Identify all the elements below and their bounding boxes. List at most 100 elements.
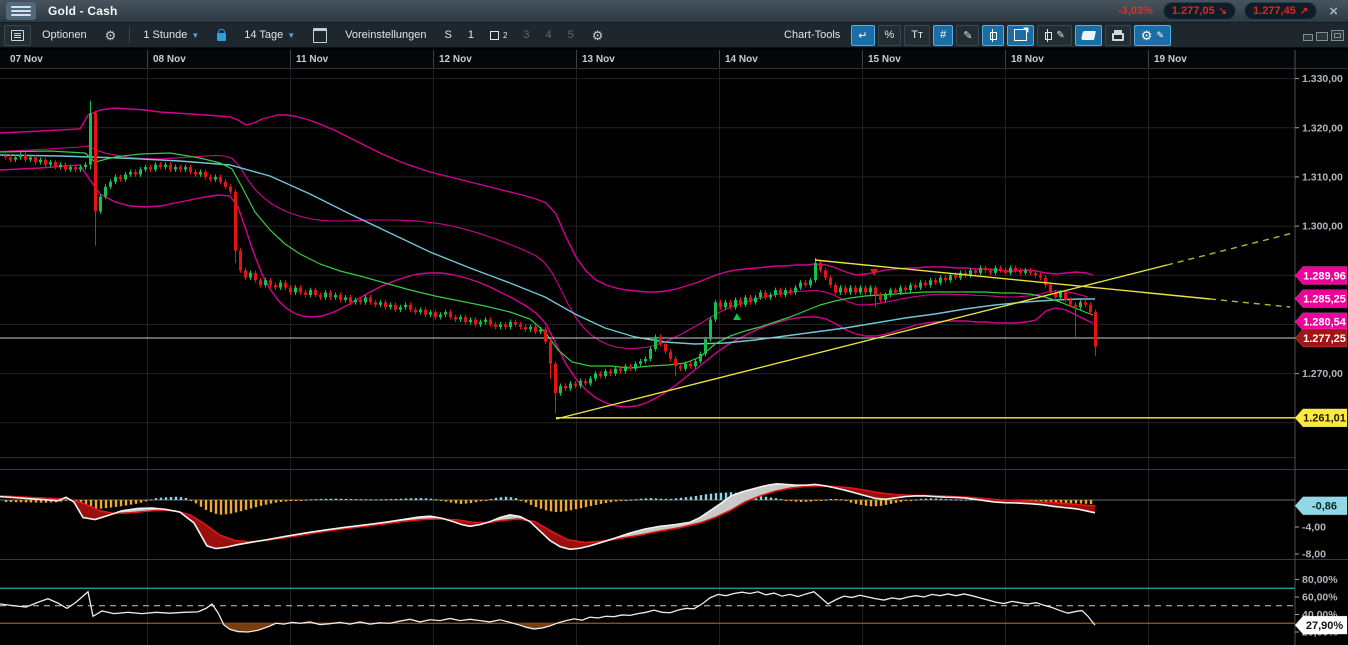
macd-histogram-bar: [655, 498, 657, 500]
macd-histogram-bar: [945, 499, 947, 500]
candle-body: [934, 280, 937, 282]
candle-body: [394, 305, 397, 310]
buy-price-button[interactable]: 1.277,45 ↗: [1244, 2, 1317, 20]
candle-body: [689, 364, 692, 366]
draw-icon[interactable]: ✎: [956, 25, 979, 46]
macd-histogram-bar: [335, 499, 337, 500]
candle-body: [819, 263, 822, 270]
macd-histogram-bar: [850, 500, 852, 503]
layout-button-s[interactable]: S: [438, 25, 459, 46]
candle-body: [244, 270, 247, 277]
eraser-icon[interactable]: [1075, 25, 1102, 46]
candle-body: [19, 155, 22, 157]
candle-body: [424, 310, 427, 315]
candle-body: [449, 312, 452, 317]
candle-body: [299, 288, 302, 293]
macd-histogram-bar: [680, 498, 682, 500]
macd-histogram-bar: [35, 500, 37, 503]
candle-body: [194, 172, 197, 174]
macd-histogram-bar: [450, 500, 452, 503]
print-icon[interactable]: [1105, 25, 1131, 46]
macd-histogram-bar: [395, 499, 397, 500]
layout-button-5[interactable]: 5: [561, 25, 581, 46]
macd-histogram-bar: [685, 497, 687, 500]
close-icon[interactable]: ×: [1329, 4, 1338, 19]
macd-histogram-bar: [170, 497, 172, 500]
chart-background: [0, 48, 1348, 645]
candle-body: [89, 113, 92, 165]
text-size-icon[interactable]: Tᴛ: [904, 25, 930, 46]
candle-body: [204, 172, 207, 177]
macd-histogram-bar: [900, 500, 902, 502]
presets-button[interactable]: Voreinstellungen: [338, 25, 433, 46]
candle-body: [749, 297, 752, 302]
macd-histogram-bar: [515, 498, 517, 500]
candle-body: [659, 337, 662, 344]
menu-icon[interactable]: [6, 2, 36, 20]
macd-histogram-bar: [145, 500, 147, 501]
candle-body: [139, 170, 142, 175]
candle-body: [484, 320, 487, 322]
percent-scale-icon[interactable]: %: [878, 25, 902, 46]
undo-icon[interactable]: ↵: [851, 25, 874, 46]
lock-icon[interactable]: [210, 25, 233, 46]
chart-canvas[interactable]: 07 Nov08 Nov11 Nov12 Nov13 Nov14 Nov15 N…: [0, 48, 1348, 645]
minimize-icon[interactable]: [1303, 34, 1313, 41]
price-axis-label: 1.270,00: [1302, 368, 1343, 380]
macd-histogram-bar: [315, 499, 317, 500]
candle-body: [209, 177, 212, 179]
macd-histogram-bar: [830, 499, 832, 500]
macd-histogram-bar: [205, 500, 207, 510]
candle-body: [149, 167, 152, 169]
options-button[interactable]: Optionen: [35, 25, 94, 46]
macd-histogram-bar: [300, 500, 302, 501]
range-dropdown[interactable]: 14 Tage▼: [237, 25, 302, 46]
sell-price-button[interactable]: 1.277,05 ↘: [1163, 2, 1236, 20]
chart-layout-icon[interactable]: [1007, 25, 1034, 46]
candle-body: [584, 381, 587, 383]
candle-body: [1019, 270, 1022, 272]
candle-body: [739, 300, 742, 305]
layout-button-1[interactable]: 1: [461, 25, 481, 46]
popout-icon[interactable]: [1331, 30, 1344, 41]
candle-body: [1079, 302, 1082, 307]
candle-body: [884, 295, 887, 300]
candle-body: [879, 295, 882, 300]
macd-histogram-bar: [700, 495, 702, 500]
candle-body: [254, 273, 257, 280]
restore-icon[interactable]: [1316, 32, 1328, 41]
candle-body: [329, 292, 332, 297]
chart-settings-icon[interactable]: ⚙✎: [1134, 25, 1171, 46]
candle-body: [994, 268, 997, 273]
candle-body: [904, 288, 907, 290]
gear-icon[interactable]: ⚙: [98, 25, 124, 46]
edit-indicators-icon[interactable]: ✎: [1037, 25, 1071, 46]
candle-body: [804, 283, 807, 285]
layout-button-2[interactable]: 2: [483, 25, 514, 46]
interval-dropdown[interactable]: 1 Stunde▼: [136, 25, 206, 46]
macd-histogram-bar: [530, 500, 532, 505]
macd-histogram-bar: [120, 500, 122, 506]
macd-histogram-bar: [920, 499, 922, 500]
macd-histogram-bar: [600, 500, 602, 504]
layout-gear-icon[interactable]: ⚙: [585, 25, 611, 46]
candle-body: [674, 359, 677, 366]
price-axis-label: 1.330,00: [1302, 73, 1343, 85]
candle-body: [559, 386, 562, 393]
macd-histogram-bar: [465, 500, 467, 504]
macd-histogram-bar: [1080, 500, 1082, 503]
macd-histogram-bar: [585, 500, 587, 507]
macd-histogram-bar: [385, 499, 387, 500]
layout-button-3[interactable]: 3: [516, 25, 536, 46]
crosshair-grid-icon[interactable]: #: [933, 25, 953, 46]
candle-body: [39, 160, 42, 162]
candle-body: [174, 167, 177, 169]
candle-body: [199, 172, 202, 174]
layout-button-4[interactable]: 4: [539, 25, 559, 46]
macd-histogram-bar: [890, 500, 892, 504]
calendar-icon[interactable]: [306, 25, 334, 46]
list-view-icon[interactable]: [4, 25, 31, 46]
candle-body: [979, 268, 982, 273]
candlestick-type-icon[interactable]: [982, 25, 1004, 46]
macd-histogram-bar: [630, 500, 632, 501]
